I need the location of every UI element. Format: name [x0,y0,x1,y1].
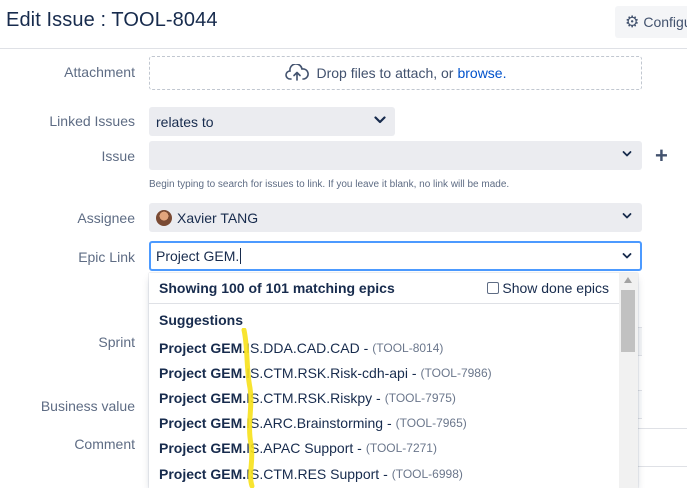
add-link-icon[interactable]: + [655,143,668,169]
header-divider [0,48,687,49]
chevron-down-icon [374,116,386,124]
page-title: Edit Issue : TOOL-8044 [6,9,218,31]
epic-suggestion-item[interactable]: Project GEM. IS.CTM.RSK.Risk-cdh-api - (TO… [149,360,619,385]
item-issue-key: (TOOL-7986) [420,365,492,380]
chevron-down-icon [622,213,632,219]
issue-label: Issue [101,148,135,164]
browse-link[interactable]: browse. [457,65,506,81]
item-epic-name: IS.ARC.Brainstorming - [246,415,392,432]
dropdown-scrollbar[interactable] [619,273,638,488]
item-epic-name: IS.DDA.CAD.CAD - [246,339,369,356]
assignee-value: Xavier TANG [177,209,259,226]
item-issue-key: (TOOL-6998) [391,466,463,481]
epic-link-input[interactable]: Project GEM. [149,241,642,271]
chevron-down-icon [622,151,632,157]
item-match-text: Project GEM. [159,364,247,381]
cloud-upload-icon [284,64,309,81]
dropdown-header: Showing 100 of 101 matching epics Show d… [149,273,619,303]
item-match-text: Project GEM. [159,389,247,406]
linked-issues-label: Linked Issues [49,113,135,129]
item-epic-name: IS.CTM.RSK.Risk-cdh-api - [246,364,417,381]
item-match-text: Project GEM. [159,339,247,356]
epic-suggestions-dropdown: Showing 100 of 101 matching epics Show d… [149,273,638,488]
epic-link-value: Project GEM. [156,248,240,264]
assignee-label: Assignee [77,210,135,226]
link-type-select[interactable]: relates to [149,107,395,136]
suggestions-group-label: Suggestions [159,312,244,328]
configure-label: Configure [643,14,687,30]
show-done-checkbox[interactable] [487,282,500,294]
item-epic-name: IS.APAC Support - [246,440,362,457]
attachment-dropzone[interactable]: Drop files to attach, or browse. [149,56,642,90]
epic-suggestion-list: Project GEM. IS.DDA.CAD.CAD - (TOOL-8014) … [149,335,619,486]
epic-link-label: Epic Link [78,249,135,265]
epic-suggestion-item[interactable]: Project GEM. IS.CTM.RSK.Riskpy - (TOOL-797… [149,385,619,410]
gear-icon: ⚙ [625,14,640,31]
item-epic-name: IS.CTM.RSK.Riskpy - [246,389,381,406]
item-match-text: Project GEM. [159,415,247,432]
attachment-label: Attachment [64,64,135,80]
item-issue-key: (TOOL-7965) [395,416,467,431]
business-value-label: Business value [40,398,135,414]
item-match-text: Project GEM. [159,465,247,482]
show-done-label: Show done epics [502,280,609,296]
link-type-value: relates to [156,113,214,130]
epic-suggestion-item[interactable]: Project GEM. IS.APAC Support - (TOOL-7271) [149,436,619,461]
item-epic-name: IS.CTM.RES Support - [246,465,388,482]
item-issue-key: (TOOL-8014) [372,340,444,355]
dropdown-divider [149,303,619,304]
issue-helper-text: Begin typing to search for issues to lin… [149,179,510,190]
matching-count: Showing 100 of 101 matching epics [159,280,395,296]
epic-suggestion-item[interactable]: Project GEM. IS.ARC.Brainstorming - (TOOL-… [149,411,619,436]
epic-suggestion-item[interactable]: Project GEM. IS.DDA.CAD.CAD - (TOOL-8014) [149,335,619,360]
item-match-text: Project GEM. [159,440,247,457]
item-issue-key: (TOOL-7975) [384,390,456,405]
sprint-label: Sprint [98,334,135,350]
show-done-epics-toggle[interactable]: Show done epics [487,280,609,296]
issue-picker[interactable] [149,141,642,170]
dropzone-text: Drop files to attach, or [316,65,454,81]
chevron-down-icon [622,253,632,259]
avatar [156,209,172,226]
configure-fields-button[interactable]: ⚙ Configure [615,6,687,38]
scrollbar-thumb[interactable] [621,290,635,352]
item-issue-key: (TOOL-7271) [365,441,437,456]
assignee-select[interactable]: Xavier TANG [149,203,642,232]
comment-label: Comment [74,436,135,452]
scroll-up-arrow-icon[interactable] [624,277,632,283]
text-caret [240,248,242,264]
epic-suggestion-item[interactable]: Project GEM. IS.CTM.RES Support - (TOOL-69… [149,461,619,486]
